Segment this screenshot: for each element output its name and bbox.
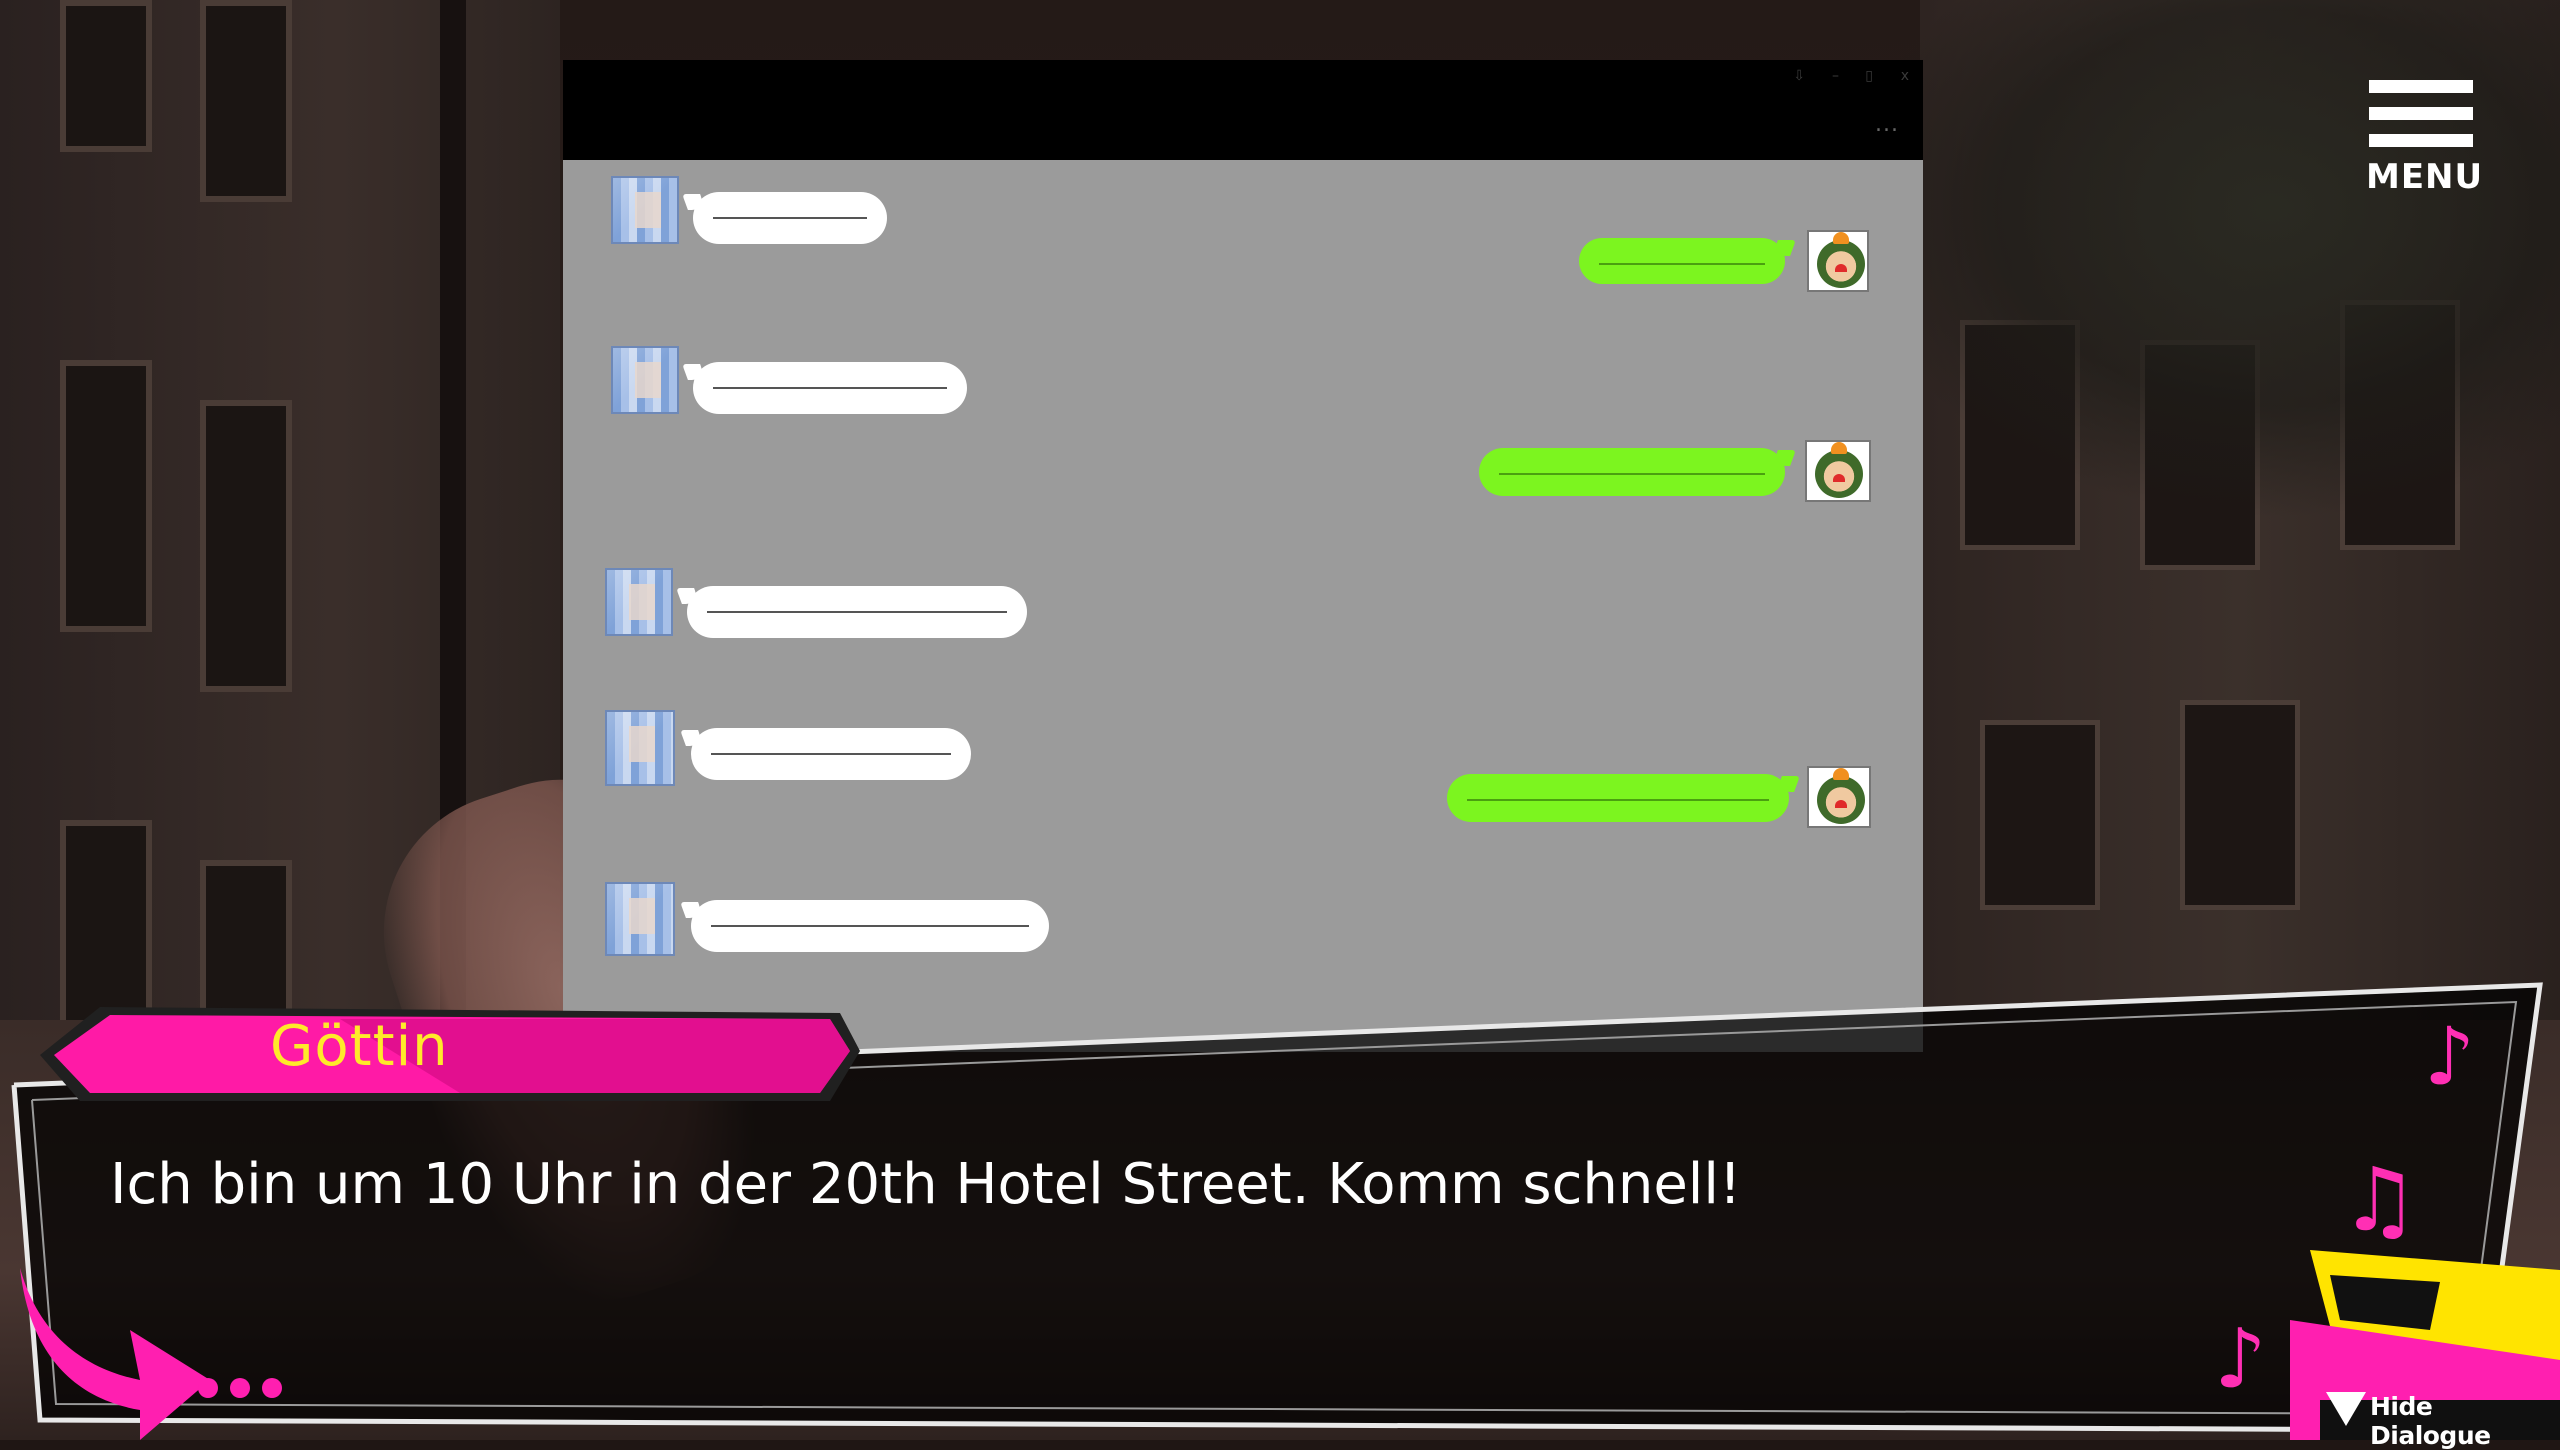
music-note-icon: ♪ xyxy=(2424,1010,2476,1103)
music-note-icon: ♪ xyxy=(2214,1312,2267,1407)
dialogue-text: Ich bin um 10 Uhr in der 20th Hotel Stre… xyxy=(110,1152,1742,1217)
speaker-name: Göttin xyxy=(270,1014,449,1079)
continue-indicator xyxy=(198,1378,294,1402)
speaker-nameplate xyxy=(40,1007,860,1101)
hide-dialogue-label: Hide Dialogue xyxy=(2370,1392,2491,1450)
dialogue-frame xyxy=(11,982,2560,1440)
music-note-icon: ♫ xyxy=(2340,1148,2419,1251)
triangle-down-icon xyxy=(2326,1392,2366,1426)
